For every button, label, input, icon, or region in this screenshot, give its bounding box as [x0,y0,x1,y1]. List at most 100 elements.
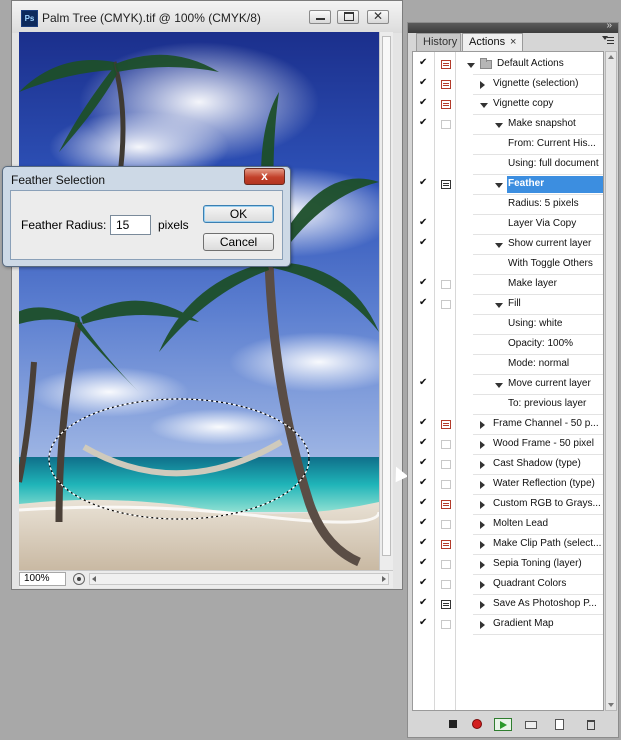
toggle-item-checkbox[interactable] [419,277,429,290]
toggle-dialog-icon[interactable] [441,480,451,489]
zoom-level-field[interactable]: 100% [19,572,66,586]
toggle-item-checkbox[interactable] [419,177,429,190]
toggle-item-checkbox[interactable] [419,97,429,110]
toggle-dialog-icon[interactable] [441,120,451,129]
new-action-button[interactable] [552,718,566,731]
toggle-dialog-icon[interactable] [441,60,451,69]
toggle-item-checkbox[interactable] [419,57,429,70]
action-row[interactable]: Cast Shadow (type) [413,455,603,475]
maximize-button[interactable] [337,10,359,24]
action-row[interactable]: Layer Via Copy [413,215,603,235]
expand-right-icon[interactable] [480,81,485,89]
tab-close-icon[interactable]: × [510,34,516,50]
cancel-button[interactable]: Cancel [203,233,274,251]
toggle-dialog-icon[interactable] [441,80,451,89]
action-row[interactable]: Mode: normal [413,355,603,375]
expand-right-icon[interactable] [480,521,485,529]
action-row[interactable]: Using: full document [413,155,603,175]
toggle-dialog-icon[interactable] [441,420,451,429]
toggle-item-checkbox[interactable] [419,217,429,230]
toggle-item-checkbox[interactable] [419,417,429,430]
toggle-dialog-icon[interactable] [441,300,451,309]
toggle-item-checkbox[interactable] [419,77,429,90]
image-canvas[interactable] [19,32,379,570]
expand-right-icon[interactable] [480,561,485,569]
toggle-item-checkbox[interactable] [419,117,429,130]
expand-down-icon[interactable] [480,103,488,108]
scroll-thumb[interactable] [382,36,391,556]
action-row[interactable]: Gradient Map [413,615,603,635]
stop-button[interactable] [446,718,460,731]
toggle-dialog-icon[interactable] [441,280,451,289]
expand-right-icon[interactable] [480,441,485,449]
toggle-item-checkbox[interactable] [419,237,429,250]
action-row[interactable]: Move current layer [413,375,603,395]
toggle-dialog-icon[interactable] [441,440,451,449]
toggle-item-checkbox[interactable] [419,617,429,630]
toggle-item-checkbox[interactable] [419,557,429,570]
action-row[interactable]: Wood Frame - 50 pixel [413,435,603,455]
toggle-item-checkbox[interactable] [419,477,429,490]
toggle-item-checkbox[interactable] [419,537,429,550]
toggle-dialog-icon[interactable] [441,600,451,609]
action-row[interactable]: Fill [413,295,603,315]
action-row[interactable]: Show current layer [413,235,603,255]
vertical-scrollbar[interactable] [379,32,393,570]
toggle-item-checkbox[interactable] [419,297,429,310]
toggle-dialog-icon[interactable] [441,540,451,549]
play-button[interactable] [494,718,512,731]
action-row[interactable]: Using: white [413,315,603,335]
tab-actions[interactable]: Actions × [462,33,523,51]
expand-right-icon[interactable] [480,461,485,469]
toggle-item-checkbox[interactable] [419,377,429,390]
new-set-button[interactable] [524,718,538,731]
toggle-dialog-icon[interactable] [441,100,451,109]
expand-right-icon[interactable] [480,481,485,489]
toggle-dialog-icon[interactable] [441,580,451,589]
toggle-item-checkbox[interactable] [419,457,429,470]
scroll-right-icon[interactable] [382,576,386,582]
toggle-item-checkbox[interactable] [419,577,429,590]
expand-down-icon[interactable] [495,183,503,188]
toggle-item-checkbox[interactable] [419,597,429,610]
action-row[interactable]: Vignette copy [413,95,603,115]
action-row[interactable]: Make layer [413,275,603,295]
toggle-dialog-icon[interactable] [441,520,451,529]
expand-right-icon[interactable] [480,501,485,509]
action-row[interactable]: Water Reflection (type) [413,475,603,495]
action-row[interactable]: Vignette (selection) [413,75,603,95]
document-titlebar[interactable]: Ps Palm Tree (CMYK).tif @ 100% (CMYK/8) … [12,1,402,33]
action-row[interactable]: Make snapshot [413,115,603,135]
toggle-dialog-icon[interactable] [441,180,451,189]
action-row[interactable]: With Toggle Others [413,255,603,275]
toggle-item-checkbox[interactable] [419,517,429,530]
record-button[interactable] [470,718,484,731]
action-row[interactable]: Make Clip Path (select... [413,535,603,555]
action-row[interactable]: Save As Photoshop P... [413,595,603,615]
toggle-dialog-icon[interactable] [441,620,451,629]
feather-radius-input[interactable] [110,215,151,235]
expand-down-icon[interactable] [495,383,503,388]
action-row[interactable]: From: Current His... [413,135,603,155]
action-row[interactable]: Default Actions [413,55,603,75]
expand-right-icon[interactable] [480,581,485,589]
action-row[interactable]: Quadrant Colors [413,575,603,595]
panel-collapse-bar[interactable] [408,20,618,33]
minimize-button[interactable] [309,10,331,24]
expand-down-icon[interactable] [467,63,475,68]
action-row[interactable]: Molten Lead [413,515,603,535]
toggle-item-checkbox[interactable] [419,497,429,510]
action-row[interactable]: Frame Channel - 50 p... [413,415,603,435]
status-menu-icon[interactable] [73,573,85,585]
scroll-left-icon[interactable] [92,576,96,582]
expand-right-icon[interactable] [480,421,485,429]
scroll-down-icon[interactable] [608,703,614,707]
action-row[interactable]: Feather [413,175,603,195]
expand-down-icon[interactable] [495,123,503,128]
toggle-dialog-icon[interactable] [441,460,451,469]
expand-right-icon[interactable] [480,601,485,609]
close-window-button[interactable]: ✕ [367,9,389,24]
delete-button[interactable] [584,718,598,731]
expand-right-icon[interactable] [480,541,485,549]
expand-right-icon[interactable] [480,621,485,629]
